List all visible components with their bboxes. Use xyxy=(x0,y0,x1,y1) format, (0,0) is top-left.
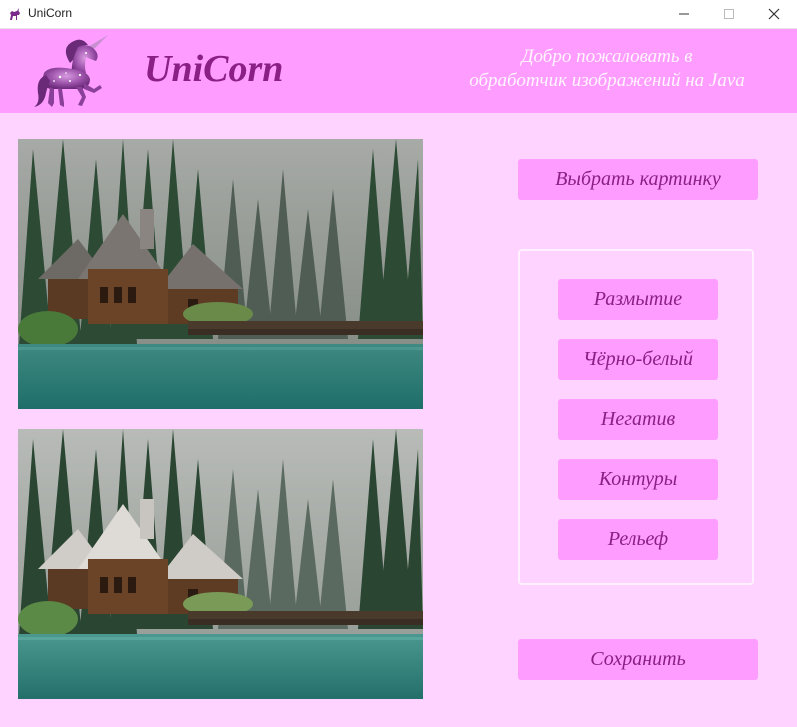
original-image xyxy=(18,139,423,409)
minimize-button[interactable] xyxy=(661,0,707,28)
maximize-button[interactable] xyxy=(706,0,752,28)
processed-image xyxy=(18,429,423,699)
filter-contours-button[interactable]: Контуры xyxy=(558,459,718,500)
filter-blur-button[interactable]: Размытие xyxy=(558,279,718,320)
filter-emboss-button[interactable]: Рельеф xyxy=(558,519,718,560)
filter-grayscale-button[interactable]: Чёрно-белый xyxy=(558,339,718,380)
welcome-line-2: обработчик изображений на Java xyxy=(469,70,745,91)
filter-negative-button[interactable]: Негатив xyxy=(558,399,718,440)
welcome-line-1: Добро пожаловать в xyxy=(521,46,693,67)
header-banner: UniCorn Добро пожаловать в обработчик из… xyxy=(0,29,797,113)
close-button[interactable] xyxy=(751,0,797,28)
close-icon xyxy=(768,8,780,20)
unicorn-logo-icon xyxy=(34,35,108,107)
welcome-message: Добро пожаловать в обработчик изображени… xyxy=(437,45,777,93)
minimize-icon xyxy=(679,13,689,15)
window-titlebar: UniCorn xyxy=(0,0,797,29)
save-button[interactable]: Сохранить xyxy=(518,639,758,680)
maximize-icon xyxy=(724,9,734,19)
window-title: UniCorn xyxy=(28,6,73,20)
app-brand-title: UniCorn xyxy=(144,48,284,90)
choose-image-button[interactable]: Выбрать картинку xyxy=(518,159,758,200)
unicorn-icon xyxy=(10,8,20,20)
